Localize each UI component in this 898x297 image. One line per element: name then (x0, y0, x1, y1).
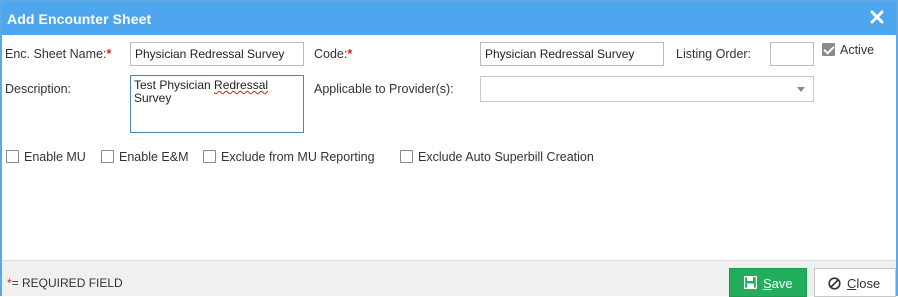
dialog-title: Add Encounter Sheet (7, 11, 152, 27)
required-note-text: = REQUIRED FIELD (11, 276, 123, 290)
description-label: Description: (5, 82, 71, 96)
add-encounter-sheet-dialog: Add Encounter Sheet Enc. Sheet Name:* Ph… (0, 0, 898, 297)
required-star: * (106, 47, 112, 61)
close-label-accesskey: C (847, 276, 857, 291)
close-x-icon[interactable] (868, 8, 886, 26)
description-misspelled-word: Redressal (214, 78, 269, 92)
save-label-accesskey: S (763, 276, 772, 291)
save-button-label: Save (763, 276, 793, 291)
providers-label: Applicable to Provider(s): (314, 82, 454, 96)
close-button[interactable]: Close (814, 268, 896, 297)
save-label-rest: ave (771, 276, 793, 291)
active-label: Active (840, 43, 875, 57)
description-textarea[interactable]: Test Physician Redressal Survey (130, 75, 304, 133)
exclude-mu-reporting-checkbox[interactable] (203, 150, 216, 163)
required-star: * (347, 47, 353, 61)
save-button[interactable]: Save (729, 268, 807, 297)
enable-mu-label: Enable MU (24, 150, 86, 164)
enable-em-label: Enable E&M (119, 150, 189, 164)
providers-select[interactable] (480, 76, 814, 102)
enable-em-checkbox[interactable] (101, 150, 114, 163)
enc-sheet-name-label-text: Enc. Sheet Name: (5, 47, 107, 61)
listing-order-label: Listing Order: (676, 47, 752, 61)
code-field[interactable]: Physician Redressal Survey (480, 42, 664, 66)
enc-sheet-name-label: Enc. Sheet Name:* (5, 47, 111, 61)
dialog-titlebar: Add Encounter Sheet (2, 2, 896, 35)
chevron-down-icon (797, 87, 805, 92)
required-field-note: *= REQUIRED FIELD (7, 276, 123, 290)
code-label-text: Code: (314, 47, 348, 61)
exclude-auto-superbill-checkbox[interactable] (400, 150, 413, 163)
enc-sheet-name-field[interactable]: Physician Redressal Survey (130, 42, 304, 66)
exclude-mu-reporting-label: Exclude from MU Reporting (221, 150, 375, 164)
close-label-rest: lose (856, 276, 881, 291)
active-checkbox[interactable] (822, 43, 835, 56)
description-text-part: Test Physician (134, 78, 215, 92)
description-line-2: Survey (134, 91, 172, 105)
dialog-footer: *= REQUIRED FIELD Save Close (2, 260, 896, 297)
cancel-circle-icon (828, 277, 841, 293)
exclude-auto-superbill-label: Exclude Auto Superbill Creation (418, 150, 594, 164)
code-label: Code:* (314, 47, 352, 61)
listing-order-field[interactable] (770, 42, 814, 66)
save-icon (743, 275, 758, 292)
enable-mu-checkbox[interactable] (6, 150, 19, 163)
close-button-label: Close (847, 276, 880, 291)
